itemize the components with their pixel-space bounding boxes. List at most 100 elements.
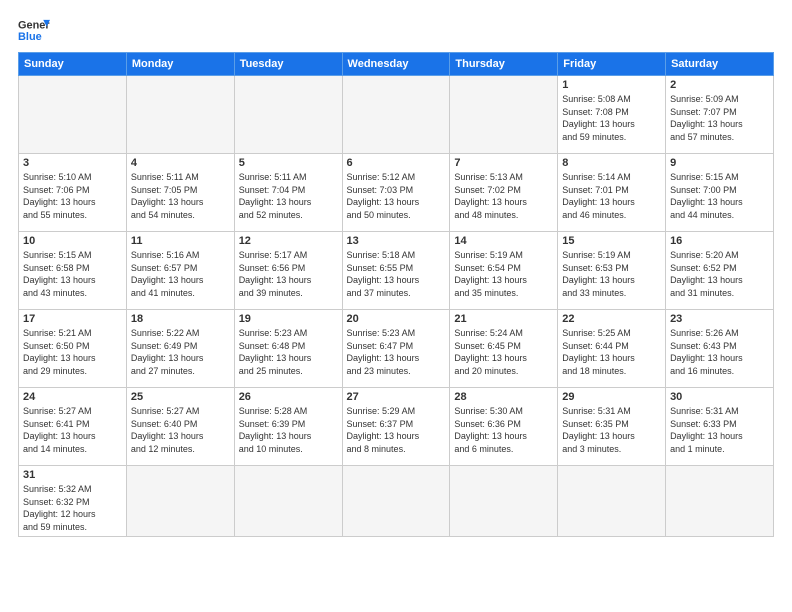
calendar-day-cell: 8Sunrise: 5:14 AM Sunset: 7:01 PM Daylig… — [558, 154, 666, 232]
day-number: 1 — [562, 79, 661, 91]
day-info: Sunrise: 5:11 AM Sunset: 7:05 PM Dayligh… — [131, 171, 230, 221]
calendar-day-cell: 29 Sunrise: 5:31 AM Sunset: 6:35 PM Dayli… — [558, 388, 666, 466]
calendar-week-row: 31 Sunrise: 5:32 AM Sunset: 6:32 PM Dayli… — [19, 466, 774, 537]
day-number: 7 — [454, 157, 553, 169]
calendar-day-cell: 12Sunrise: 5:17 AM Sunset: 6:56 PM Dayli… — [234, 232, 342, 310]
calendar-day-cell: 2 Sunrise: 5:09 AM Sunset: 7:07 PM Daylig… — [666, 76, 774, 154]
day-info: Sunrise: 5:19 AM Sunset: 6:53 PM Dayligh… — [562, 249, 661, 299]
day-number: 22 — [562, 313, 661, 325]
calendar-day-cell: 5Sunrise: 5:11 AM Sunset: 7:04 PM Daylig… — [234, 154, 342, 232]
calendar-day-cell: 3 Sunrise: 5:10 AM Sunset: 7:06 PM Daylig… — [19, 154, 127, 232]
day-info: Sunrise: 5:19 AM Sunset: 6:54 PM Dayligh… — [454, 249, 553, 299]
day-info: Sunrise: 5:21 AM Sunset: 6:50 PM Dayligh… — [23, 327, 122, 377]
calendar-day-cell: 17 Sunrise: 5:21 AM Sunset: 6:50 PM Dayli… — [19, 310, 127, 388]
calendar-day-cell — [450, 466, 558, 537]
calendar-day-cell: 14 Sunrise: 5:19 AM Sunset: 6:54 PM Dayli… — [450, 232, 558, 310]
calendar-day-cell: 15 Sunrise: 5:19 AM Sunset: 6:53 PM Dayli… — [558, 232, 666, 310]
calendar-day-cell: 26Sunrise: 5:28 AM Sunset: 6:39 PM Dayli… — [234, 388, 342, 466]
day-number: 2 — [670, 79, 769, 91]
day-info: Sunrise: 5:31 AM Sunset: 6:33 PM Dayligh… — [670, 405, 769, 455]
day-info: Sunrise: 5:12 AM Sunset: 7:03 PM Dayligh… — [347, 171, 446, 221]
day-number: 29 — [562, 391, 661, 403]
calendar-day-cell: 6Sunrise: 5:12 AM Sunset: 7:03 PM Daylig… — [342, 154, 450, 232]
day-number: 3 — [23, 157, 122, 169]
day-number: 19 — [239, 313, 338, 325]
calendar-week-row: 17 Sunrise: 5:21 AM Sunset: 6:50 PM Dayli… — [19, 310, 774, 388]
day-number: 26 — [239, 391, 338, 403]
day-number: 30 — [670, 391, 769, 403]
day-number: 24 — [23, 391, 122, 403]
day-number: 4 — [131, 157, 230, 169]
day-info: Sunrise: 5:23 AM Sunset: 6:47 PM Dayligh… — [347, 327, 446, 377]
calendar-day-cell: 25Sunrise: 5:27 AM Sunset: 6:40 PM Dayli… — [126, 388, 234, 466]
calendar-day-cell — [342, 466, 450, 537]
calendar-day-cell — [126, 76, 234, 154]
day-number: 23 — [670, 313, 769, 325]
page-header: General Blue — [18, 16, 774, 44]
calendar-day-cell: 27Sunrise: 5:29 AM Sunset: 6:37 PM Dayli… — [342, 388, 450, 466]
day-number: 21 — [454, 313, 553, 325]
calendar-day-cell: 18Sunrise: 5:22 AM Sunset: 6:49 PM Dayli… — [126, 310, 234, 388]
day-info: Sunrise: 5:24 AM Sunset: 6:45 PM Dayligh… — [454, 327, 553, 377]
calendar-week-row: 3 Sunrise: 5:10 AM Sunset: 7:06 PM Daylig… — [19, 154, 774, 232]
calendar-day-cell — [234, 466, 342, 537]
weekday-header-monday: Monday — [126, 53, 234, 76]
calendar-week-row: 24 Sunrise: 5:27 AM Sunset: 6:41 PM Dayli… — [19, 388, 774, 466]
calendar-day-cell: 9 Sunrise: 5:15 AM Sunset: 7:00 PM Daylig… — [666, 154, 774, 232]
logo: General Blue — [18, 16, 50, 44]
calendar-day-cell — [450, 76, 558, 154]
day-info: Sunrise: 5:13 AM Sunset: 7:02 PM Dayligh… — [454, 171, 553, 221]
calendar-day-cell — [19, 76, 127, 154]
day-number: 14 — [454, 235, 553, 247]
day-info: Sunrise: 5:08 AM Sunset: 7:08 PM Dayligh… — [562, 93, 661, 143]
day-info: Sunrise: 5:15 AM Sunset: 6:58 PM Dayligh… — [23, 249, 122, 299]
day-info: Sunrise: 5:09 AM Sunset: 7:07 PM Dayligh… — [670, 93, 769, 143]
calendar-day-cell — [666, 466, 774, 537]
weekday-header-row: SundayMondayTuesdayWednesdayThursdayFrid… — [19, 53, 774, 76]
day-number: 25 — [131, 391, 230, 403]
day-info: Sunrise: 5:30 AM Sunset: 6:36 PM Dayligh… — [454, 405, 553, 455]
calendar-week-row: 10Sunrise: 5:15 AM Sunset: 6:58 PM Dayli… — [19, 232, 774, 310]
calendar-day-cell: 22Sunrise: 5:25 AM Sunset: 6:44 PM Dayli… — [558, 310, 666, 388]
weekday-header-thursday: Thursday — [450, 53, 558, 76]
calendar-day-cell: 20 Sunrise: 5:23 AM Sunset: 6:47 PM Dayli… — [342, 310, 450, 388]
calendar-day-cell — [126, 466, 234, 537]
day-info: Sunrise: 5:15 AM Sunset: 7:00 PM Dayligh… — [670, 171, 769, 221]
day-number: 16 — [670, 235, 769, 247]
weekday-header-saturday: Saturday — [666, 53, 774, 76]
calendar-day-cell — [342, 76, 450, 154]
day-info: Sunrise: 5:32 AM Sunset: 6:32 PM Dayligh… — [23, 483, 122, 533]
calendar-day-cell: 21 Sunrise: 5:24 AM Sunset: 6:45 PM Dayli… — [450, 310, 558, 388]
calendar-day-cell: 7 Sunrise: 5:13 AM Sunset: 7:02 PM Daylig… — [450, 154, 558, 232]
calendar-table: SundayMondayTuesdayWednesdayThursdayFrid… — [18, 52, 774, 537]
calendar-day-cell: 11 Sunrise: 5:16 AM Sunset: 6:57 PM Dayli… — [126, 232, 234, 310]
calendar-week-row: 1 Sunrise: 5:08 AM Sunset: 7:08 PM Daylig… — [19, 76, 774, 154]
weekday-header-friday: Friday — [558, 53, 666, 76]
day-number: 9 — [670, 157, 769, 169]
day-number: 27 — [347, 391, 446, 403]
day-number: 12 — [239, 235, 338, 247]
day-info: Sunrise: 5:11 AM Sunset: 7:04 PM Dayligh… — [239, 171, 338, 221]
weekday-header-tuesday: Tuesday — [234, 53, 342, 76]
weekday-header-sunday: Sunday — [19, 53, 127, 76]
day-info: Sunrise: 5:10 AM Sunset: 7:06 PM Dayligh… — [23, 171, 122, 221]
svg-text:Blue: Blue — [18, 31, 42, 43]
calendar-day-cell: 31 Sunrise: 5:32 AM Sunset: 6:32 PM Dayli… — [19, 466, 127, 537]
day-info: Sunrise: 5:16 AM Sunset: 6:57 PM Dayligh… — [131, 249, 230, 299]
day-number: 13 — [347, 235, 446, 247]
day-info: Sunrise: 5:31 AM Sunset: 6:35 PM Dayligh… — [562, 405, 661, 455]
calendar-day-cell: 30 Sunrise: 5:31 AM Sunset: 6:33 PM Dayli… — [666, 388, 774, 466]
day-number: 28 — [454, 391, 553, 403]
calendar-day-cell: 10Sunrise: 5:15 AM Sunset: 6:58 PM Dayli… — [19, 232, 127, 310]
day-number: 31 — [23, 469, 122, 481]
day-number: 20 — [347, 313, 446, 325]
day-info: Sunrise: 5:23 AM Sunset: 6:48 PM Dayligh… — [239, 327, 338, 377]
day-info: Sunrise: 5:22 AM Sunset: 6:49 PM Dayligh… — [131, 327, 230, 377]
calendar-day-cell: 1 Sunrise: 5:08 AM Sunset: 7:08 PM Daylig… — [558, 76, 666, 154]
day-number: 11 — [131, 235, 230, 247]
day-number: 15 — [562, 235, 661, 247]
day-info: Sunrise: 5:27 AM Sunset: 6:41 PM Dayligh… — [23, 405, 122, 455]
day-number: 17 — [23, 313, 122, 325]
calendar-day-cell: 24 Sunrise: 5:27 AM Sunset: 6:41 PM Dayli… — [19, 388, 127, 466]
day-info: Sunrise: 5:26 AM Sunset: 6:43 PM Dayligh… — [670, 327, 769, 377]
